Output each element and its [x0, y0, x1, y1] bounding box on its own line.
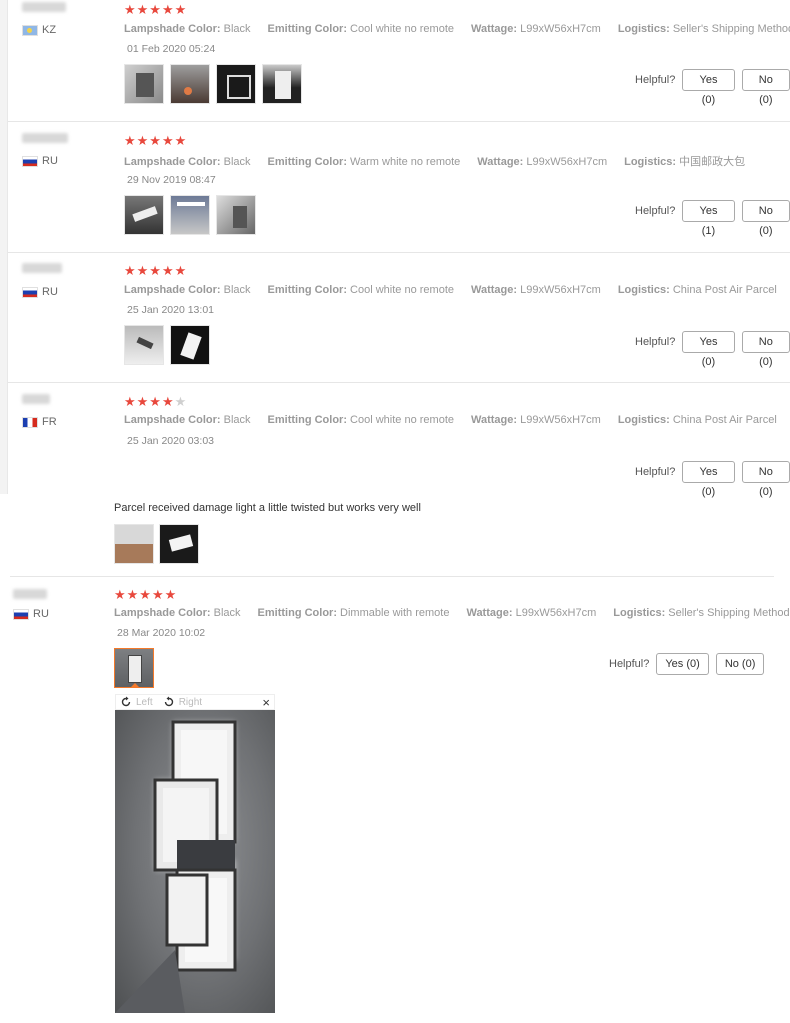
flag-ru-icon	[22, 286, 38, 298]
review-photo[interactable]	[159, 524, 199, 564]
star-rating: ★★★★★	[124, 394, 188, 409]
photo-thumbnails	[124, 325, 210, 365]
review-date: 25 Jan 2020 03:03	[127, 435, 214, 447]
helpful-yes-button[interactable]: Yes (0)	[682, 69, 735, 106]
review-date: 28 Mar 2020 10:02	[117, 627, 206, 639]
star-rating: ★★★★★	[124, 263, 188, 278]
review-comment: Parcel received damage light a little tw…	[114, 502, 421, 514]
flag-kz-icon	[22, 24, 38, 36]
review-attributes: Lampshade Color: Black Emitting Color: Di…	[114, 607, 790, 619]
rotate-left-button[interactable]: Left	[120, 696, 153, 708]
review-item: KZ ★★★★★ Lampshade Color: Black Emitting …	[8, 0, 790, 122]
helpful-vote: Helpful? Yes (0) No (0)	[635, 69, 790, 106]
flag-ru-icon	[13, 608, 29, 620]
helpful-no-button[interactable]: No (0)	[741, 69, 790, 106]
helpful-no-button[interactable]: No (0)	[715, 653, 765, 675]
country: FR	[22, 416, 57, 428]
username-masked	[22, 394, 50, 404]
helpful-vote: Helpful? Yes (0) No (0)	[609, 653, 765, 675]
helpful-no-button[interactable]: No (0)	[741, 200, 790, 237]
helpful-vote: Helpful? Yes (1) No (0)	[635, 200, 790, 237]
helpful-label: Helpful?	[635, 466, 676, 478]
viewer-photo	[115, 710, 275, 1013]
review-date: 25 Jan 2020 13:01	[127, 304, 214, 316]
helpful-yes-button[interactable]: Yes (0)	[682, 461, 735, 498]
rotate-left-icon	[121, 696, 131, 707]
username-masked	[22, 263, 62, 273]
helpful-vote: Helpful? Yes (0) No (0)	[635, 331, 790, 368]
review-photo[interactable]	[124, 64, 164, 104]
review-attributes: Lampshade Color: Black Emitting Color: Co…	[124, 414, 777, 426]
photo-thumbnails	[114, 648, 154, 688]
star-rating: ★★★★★	[124, 133, 188, 148]
helpful-vote: Helpful? Yes (0) No (0)	[635, 461, 790, 498]
helpful-label: Helpful?	[635, 336, 676, 348]
review-date: 01 Feb 2020 05:24	[127, 43, 216, 55]
helpful-yes-button[interactable]: Yes (1)	[682, 200, 735, 237]
review-attributes: Lampshade Color: Black Emitting Color: Co…	[124, 284, 777, 296]
username-masked	[13, 589, 47, 599]
review-item: FR ★★★★★ Lampshade Color: Black Emitting …	[8, 383, 790, 498]
review-photo[interactable]	[216, 64, 256, 104]
photo-thumbnails	[124, 195, 256, 235]
photo-thumbnails	[124, 64, 302, 104]
helpful-no-button[interactable]: No (0)	[741, 461, 790, 498]
review-date: 29 Nov 2019 08:47	[127, 174, 216, 186]
helpful-label: Helpful?	[635, 74, 676, 86]
review-photo[interactable]	[170, 195, 210, 235]
country: RU	[13, 608, 49, 620]
username-masked	[22, 2, 66, 12]
review-photo[interactable]	[262, 64, 302, 104]
helpful-yes-button[interactable]: Yes (0)	[682, 331, 735, 368]
helpful-label: Helpful?	[609, 658, 650, 670]
viewer-toolbar: Left Right ×	[115, 694, 275, 710]
review-item: RU ★★★★★ Lampshade Color: Black Emitting …	[8, 122, 790, 253]
star-rating: ★★★★★	[124, 2, 188, 17]
country: RU	[22, 286, 58, 298]
photo-viewer: Left Right ×	[115, 694, 275, 1013]
review-photo[interactable]	[216, 195, 256, 235]
review-photo[interactable]	[124, 195, 164, 235]
review-item: RU ★★★★★ Lampshade Color: Black Emitting …	[8, 253, 790, 383]
review-photo[interactable]	[170, 64, 210, 104]
country: RU	[22, 155, 58, 167]
helpful-no-button[interactable]: No (0)	[741, 331, 790, 368]
review-photo-selected[interactable]	[114, 648, 154, 688]
helpful-label: Helpful?	[635, 205, 676, 217]
review-photo[interactable]	[170, 325, 210, 365]
country: KZ	[22, 24, 56, 36]
rotate-right-icon	[164, 696, 173, 707]
lamp-photo	[115, 720, 237, 1013]
review-attributes: Lampshade Color: Black Emitting Color: Wa…	[124, 156, 746, 168]
review-attributes: Lampshade Color: Black Emitting Color: Co…	[124, 23, 790, 35]
helpful-yes-button[interactable]: Yes (0)	[656, 653, 709, 675]
rotate-right-button[interactable]: Right	[163, 696, 202, 708]
review-photo[interactable]	[114, 524, 154, 564]
review-photo[interactable]	[124, 325, 164, 365]
username-masked	[22, 133, 68, 143]
photo-thumbnails	[114, 524, 199, 564]
close-icon[interactable]: ×	[262, 695, 270, 710]
flag-fr-icon	[22, 416, 38, 428]
left-edge	[0, 0, 8, 494]
star-rating: ★★★★★	[114, 587, 178, 602]
flag-ru-icon	[22, 155, 38, 167]
